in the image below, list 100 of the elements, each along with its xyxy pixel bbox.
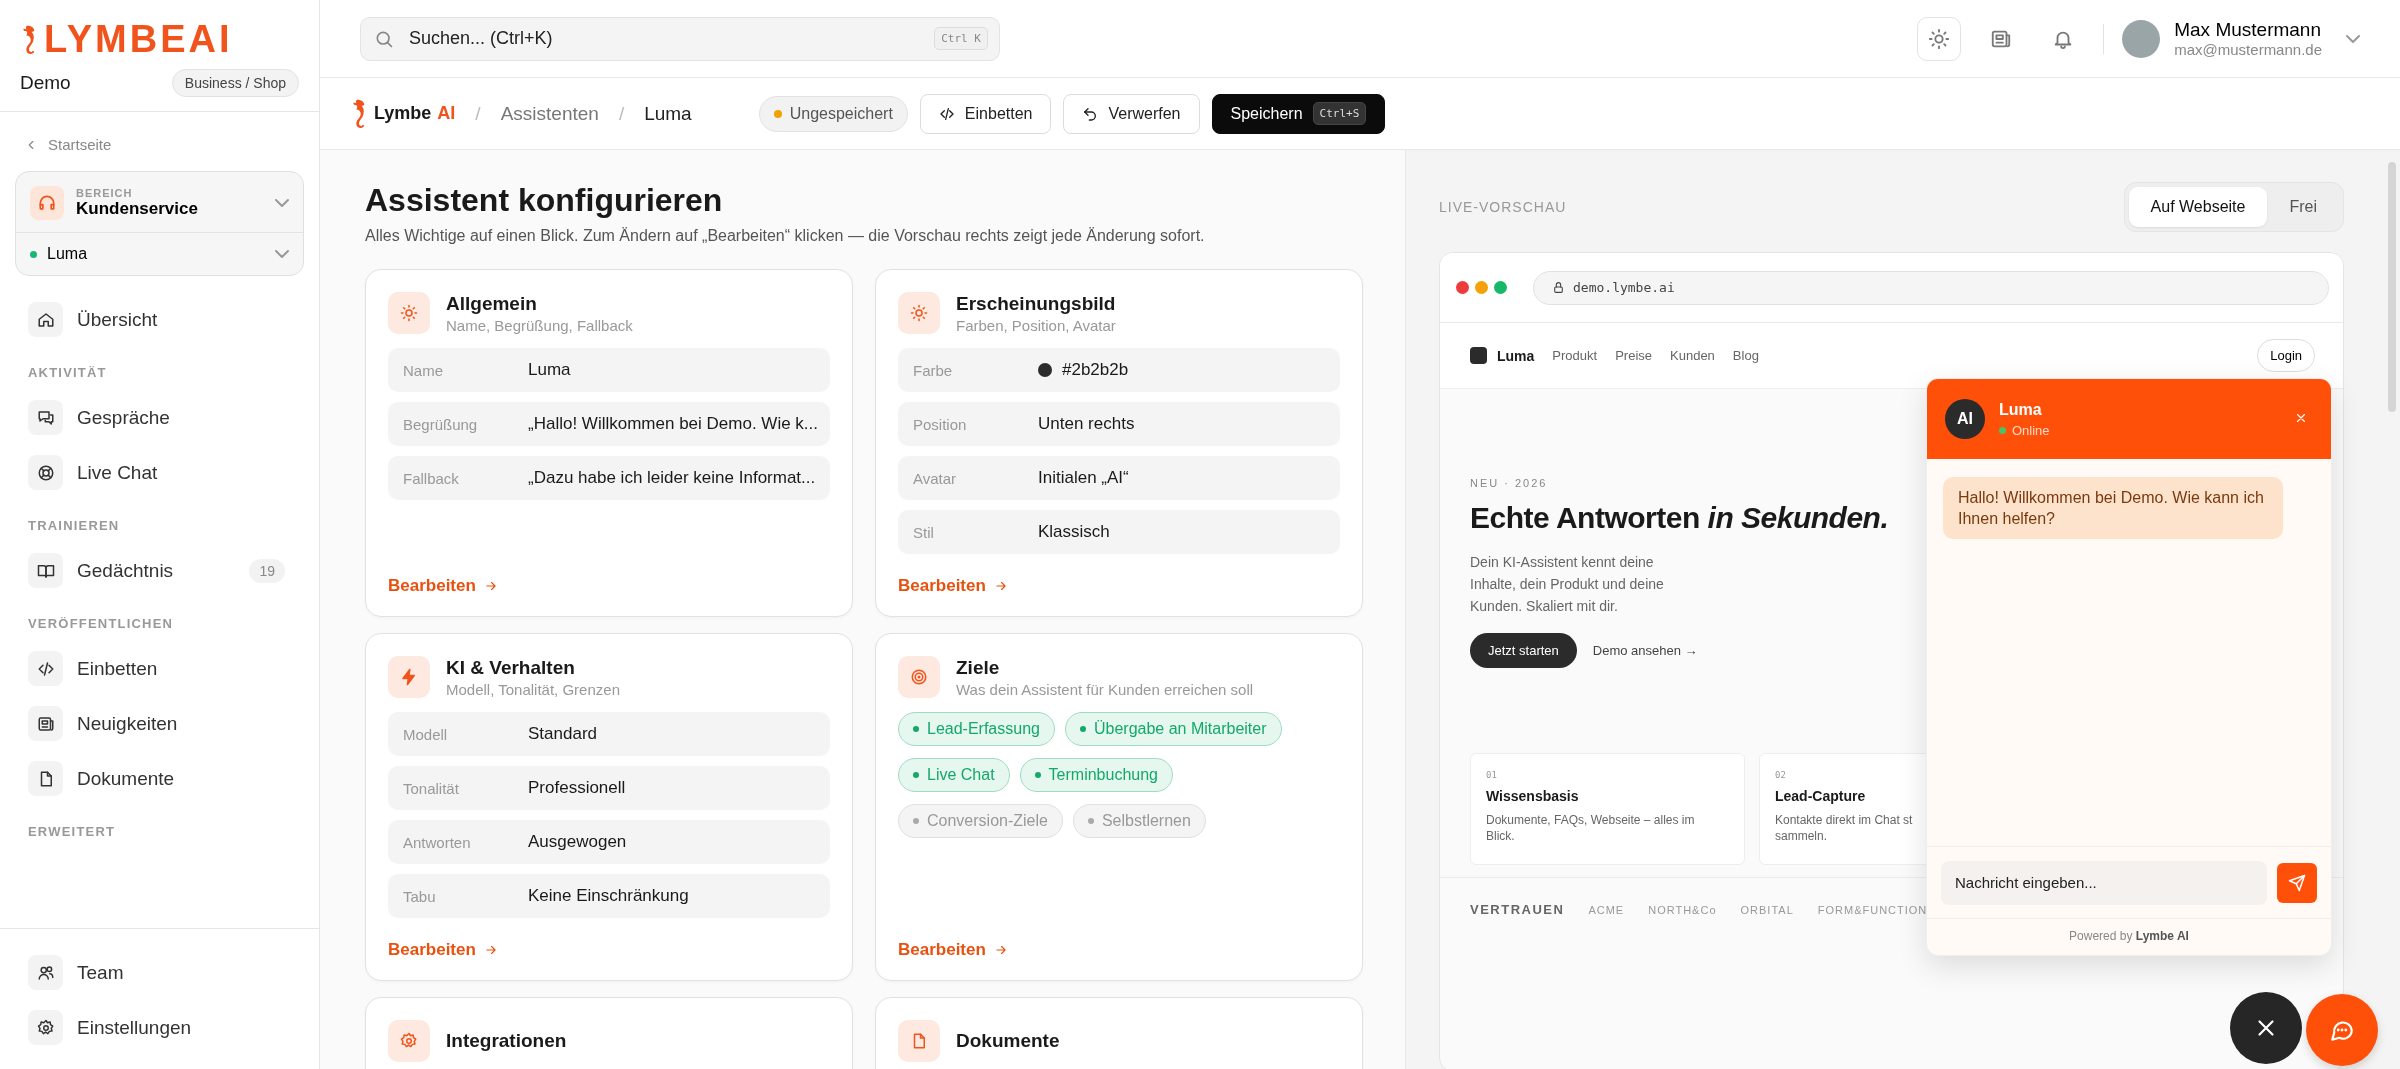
site-brand: Luma [1497,347,1535,364]
plan-badge: Business / Shop [171,69,299,97]
user-name: Max Mustermann [2174,19,2322,41]
site-nav-link[interactable]: Preise [1615,348,1652,363]
nav-item[interactable]: Einbetten [0,641,319,696]
site-nav-link[interactable]: Produkt [1552,348,1598,363]
mode-tab[interactable]: Auf Webseite [2128,187,2268,227]
address-bar: demo.lymbe.ai [1533,270,2329,305]
setting-label: Fallback [403,469,460,487]
setting-label: Avatar [913,469,958,487]
setting-label: Name [403,361,444,379]
breadcrumb-link[interactable]: Assistenten [500,102,599,125]
workspace-name: Demo [20,72,71,94]
window-control-dot [1475,281,1488,294]
save-button[interactable]: Speichern Ctrl+S [1211,93,1386,134]
avatar-photo-placeholder [2122,19,2161,58]
assistant-name: Luma [1999,400,2043,419]
partner-logo: ORBITAL [1740,903,1794,916]
code-icon [28,651,63,686]
setting-value: Ausgewogen [528,832,627,852]
unsaved-status-badge: Ungespeichert [758,95,908,132]
sun-icon [1928,27,1951,50]
book-icon [28,553,63,588]
send-button[interactable] [2277,862,2317,903]
card-title: Allgemein [446,292,538,315]
arrow-right-icon [993,943,1008,957]
scrollbar-thumb[interactable] [2388,162,2396,412]
lock-icon [1552,281,1565,294]
feature-title: Lead-Capture [1775,788,1867,804]
nav-item[interactable]: Live Chat [0,445,319,500]
chevron-down-icon [275,198,289,208]
edit-link[interactable]: Bearbeiten [898,576,1008,596]
code-icon [938,105,955,122]
card-subtitle: Farben, Position, Avatar [956,316,1116,334]
brand-accent: AI [437,103,456,124]
theme-toggle-button[interactable] [1917,16,1962,61]
count-badge: 19 [249,558,285,583]
send-icon [2288,873,2306,892]
edit-link[interactable]: Bearbeiten [388,940,498,960]
hero-headline: Echte Antworten in Sekunden. [1470,501,1889,535]
nav-item[interactable]: Neuigkeiten [0,696,319,751]
target-icon [898,656,940,698]
document-icon [898,1020,940,1062]
breadcrumb-separator: / [475,102,481,125]
settings-icon [28,1010,63,1045]
preview-label: LIVE-VORSCHAU [1439,199,1567,215]
edit-link[interactable]: Bearbeiten [388,576,498,596]
arrow-right-icon [993,579,1008,593]
trust-label: VERTRAUEN [1470,902,1565,917]
discard-button[interactable]: Verwerfen [1063,93,1200,134]
cta-button[interactable]: Jetzt starten [1470,633,1577,668]
window-control-dot [1494,281,1507,294]
setting-label: Stil [913,523,935,541]
assistant-selector[interactable]: Luma [16,233,303,275]
site-logo-icon [1470,347,1487,364]
area-selector[interactable]: BEREICH Kundenservice [16,172,303,233]
window-control-dot [1456,281,1469,294]
user-menu[interactable]: Max Mustermann max@mustermann.de [2122,19,2360,58]
feature-text: Dokumente, FAQs, Webseite – alles im Blick. [1486,812,1696,844]
shortcut-hint: Ctrl K [934,26,988,50]
edit-link[interactable]: Bearbeiten [898,940,1008,960]
nav-item[interactable]: Gedächtnis 19 [0,543,319,598]
demo-link[interactable]: Demo ansehen → [1586,642,1704,659]
setting-label: Modell [403,725,449,743]
setting-label: Farbe [913,361,954,379]
lifebuoy-icon [28,455,63,490]
setting-label: Tonalität [403,779,460,797]
setting-value: Unten rechts [1038,414,1135,434]
message-input[interactable]: Nachricht eingeben... [1941,860,2267,905]
hero-text: Dein KI-Assistent kennt deine Inhalte, dein Produkt und deine Kunden. Skaliert mit dir. [1470,553,1665,616]
nav-item[interactable]: Team [0,945,319,1000]
site-nav-link[interactable]: Blog [1732,348,1759,363]
section-heading: VERÖFFENTLICHEN [27,615,175,633]
user-email: max@mustermann.de [2174,41,2322,58]
site-nav-link[interactable]: Kunden [1670,348,1715,363]
lightning-icon [388,656,430,698]
logo-wordmark: LYMBEAI [44,18,233,61]
brand-name: Lymbe [374,103,432,124]
document-icon [28,761,63,796]
setting-value: Standard [528,724,597,744]
partner-logo: ACME [1588,903,1625,916]
nav-item[interactable]: Einstellungen [0,1000,319,1055]
login-button[interactable]: Login [2257,339,2315,372]
nav-item[interactable]: Übersicht [0,292,319,347]
feature-number: 02 [1775,770,1787,780]
home-icon [28,302,63,337]
speech-bubbles-icon [28,400,63,435]
section-heading: ERWEITERT [27,823,117,841]
shortcut-hint: Ctrl+S [1312,102,1367,125]
breadcrumb-separator: / [618,102,625,125]
goal-tag: Selbstlernen [1072,804,1206,838]
embed-button[interactable]: Einbetten [919,93,1052,134]
page-description: Alles Wichtige auf einen Blick. Zum Ändern auf „Bearbeiten“ klicken — die Vorschau rechts zeigt jede Änderung sofort. [365,227,1206,245]
status-dot [30,250,37,258]
nav-item[interactable]: Gespräche [0,390,319,445]
mode-tab[interactable]: Frei [2267,187,2339,227]
partner-logo: FORM&FUNCTION [1817,903,1928,916]
feature-number: 01 [1486,770,1498,780]
setting-value: Klassisch [1038,522,1110,542]
nav-item[interactable]: Dokumente [0,751,319,806]
